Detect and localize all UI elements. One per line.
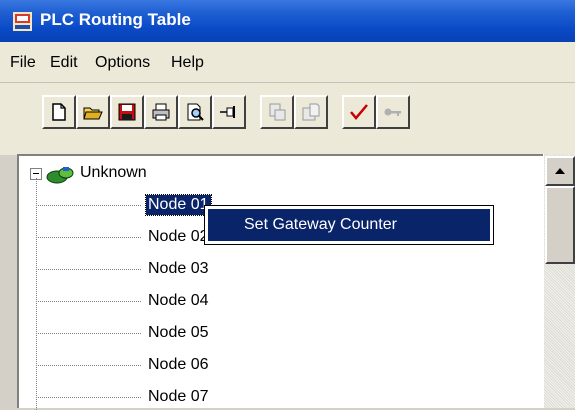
open-folder-icon xyxy=(83,107,103,120)
context-menu: Set Gateway Counter xyxy=(204,205,494,245)
tree-node-label: Node 04 xyxy=(148,292,209,309)
title-bar[interactable]: PLC Routing Table xyxy=(0,0,575,42)
menu-options[interactable]: Options xyxy=(95,54,150,72)
menu-edit[interactable]: Edit xyxy=(50,54,78,72)
save-button[interactable] xyxy=(110,95,144,129)
copy-node-icon xyxy=(269,103,286,121)
up-arrow-icon xyxy=(555,168,565,174)
paste-node-button[interactable] xyxy=(294,95,328,129)
tree-node-label: Node 03 xyxy=(148,260,209,277)
pin-button[interactable] xyxy=(212,95,246,129)
printer-icon xyxy=(152,103,170,121)
tree-node[interactable]: Node 07 xyxy=(36,384,256,410)
tree-node[interactable]: Node 05 xyxy=(36,320,256,346)
print-preview-button[interactable] xyxy=(178,95,212,129)
save-disk-icon xyxy=(118,103,136,121)
toolbar xyxy=(0,83,575,155)
verify-button[interactable] xyxy=(342,95,376,129)
context-menu-item-label: Set Gateway Counter xyxy=(244,216,397,233)
pin-icon xyxy=(220,106,235,118)
tree-root-label: Unknown xyxy=(80,164,147,181)
key-icon xyxy=(384,108,401,116)
routing-tree[interactable]: Unknown Node 01 Node 02 Node 03 Node 04 … xyxy=(17,154,575,410)
new-file-icon xyxy=(52,103,66,121)
scroll-thumb[interactable] xyxy=(545,186,575,264)
vertical-scrollbar[interactable] xyxy=(543,154,575,408)
tree-node[interactable]: Node 04 xyxy=(36,288,256,314)
new-button[interactable] xyxy=(42,95,76,129)
tree-node[interactable]: Node 06 xyxy=(36,352,256,378)
window-title: PLC Routing Table xyxy=(40,10,191,29)
tree-root-item[interactable]: Unknown xyxy=(26,162,276,188)
checkmark-icon xyxy=(350,104,368,120)
tree-node-label: Node 01 xyxy=(145,194,212,216)
scroll-up-button[interactable] xyxy=(545,156,575,186)
menu-bar: File Edit Options Help xyxy=(0,42,575,83)
paste-node-icon xyxy=(302,103,320,121)
tree-node-label: Node 06 xyxy=(148,356,209,373)
set-gateway-counter-menu-item[interactable]: Set Gateway Counter xyxy=(208,209,490,241)
menu-file[interactable]: File xyxy=(10,54,36,72)
copy-node-button[interactable] xyxy=(260,95,294,129)
tree-node-label: Node 05 xyxy=(148,324,209,341)
tree-node-label: Node 02 xyxy=(148,228,209,245)
print-preview-icon xyxy=(187,103,204,121)
menu-help[interactable]: Help xyxy=(171,54,204,72)
network-icon xyxy=(46,167,74,184)
print-button[interactable] xyxy=(144,95,178,129)
open-button[interactable] xyxy=(76,95,110,129)
tree-node[interactable]: Node 03 xyxy=(36,256,256,282)
plc-app-icon xyxy=(13,12,32,31)
tree-node-label: Node 07 xyxy=(148,388,209,405)
key-button[interactable] xyxy=(376,95,410,129)
